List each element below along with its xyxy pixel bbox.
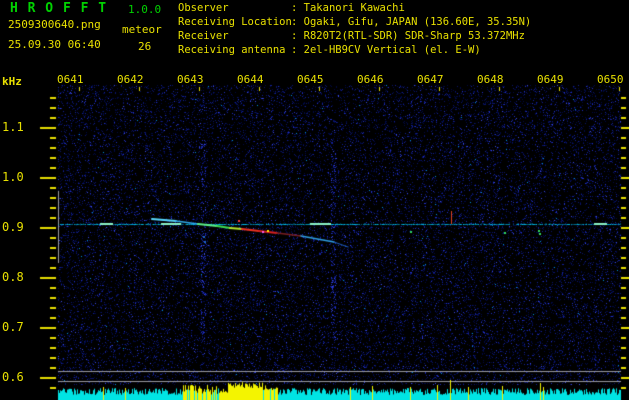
info-value: 2el-HB9CV Vertical (el. E-W) (303, 44, 481, 56)
info-row-observer: Observer: Takanori Kawachi (178, 2, 405, 15)
info-value: Takanori Kawachi (303, 2, 405, 14)
time-label: 0648 (477, 73, 504, 86)
info-value: R820T2(RTL-SDR) SDR-Sharp 53.372MHz (303, 30, 525, 42)
echo-count: 26 (138, 40, 152, 53)
time-label: 0646 (357, 73, 384, 86)
time-label: 0645 (297, 73, 324, 86)
mode-label: meteor (122, 23, 162, 36)
info-label: Receiver (178, 30, 229, 42)
info-value: Ogaki, Gifu, JAPAN (136.60E, 35.35N) (303, 16, 532, 28)
info-row-receiver: Receiver: R820T2(RTL-SDR) SDR-Sharp 53.3… (178, 30, 525, 43)
y-tick-label: 0.6 (2, 370, 24, 384)
observation-datetime: 25.09.30 06:40 (8, 38, 101, 51)
info-colon: : (291, 44, 304, 56)
y-tick-label: 0.7 (2, 320, 24, 334)
time-label: 0650 (597, 73, 624, 86)
info-colon: : (291, 30, 304, 42)
spectrogram-canvas (0, 0, 629, 400)
info-label: Receiving Location (178, 16, 292, 28)
info-label: Observer (178, 2, 229, 14)
y-tick-label: 1.1 (2, 120, 24, 134)
time-label: 0649 (537, 73, 564, 86)
time-label: 0641 (57, 73, 84, 86)
y-tick-label: 0.8 (2, 270, 24, 284)
app-version: 1.0.0 (128, 3, 162, 16)
info-label: Receiving antenna (178, 44, 286, 56)
time-label: 0642 (117, 73, 144, 86)
y-tick-label: 0.9 (2, 220, 24, 234)
time-label: 0647 (417, 73, 444, 86)
time-label: 0644 (237, 73, 264, 86)
info-row-location: Receiving Location: Ogaki, Gifu, JAPAN (… (178, 16, 532, 29)
info-colon: : (291, 2, 304, 14)
info-row-antenna: Receiving antenna: 2el-HB9CV Vertical (e… (178, 44, 481, 57)
hrofft-window: H R O F F T 1.0.0 2509300640.png meteor … (0, 0, 629, 400)
y-tick-label: 1.0 (2, 170, 24, 184)
output-filename: 2509300640.png (8, 18, 101, 31)
app-title: H R O F F T (10, 1, 108, 16)
y-axis-unit: kHz (2, 75, 22, 88)
time-label: 0643 (177, 73, 204, 86)
info-colon: : (291, 16, 304, 28)
